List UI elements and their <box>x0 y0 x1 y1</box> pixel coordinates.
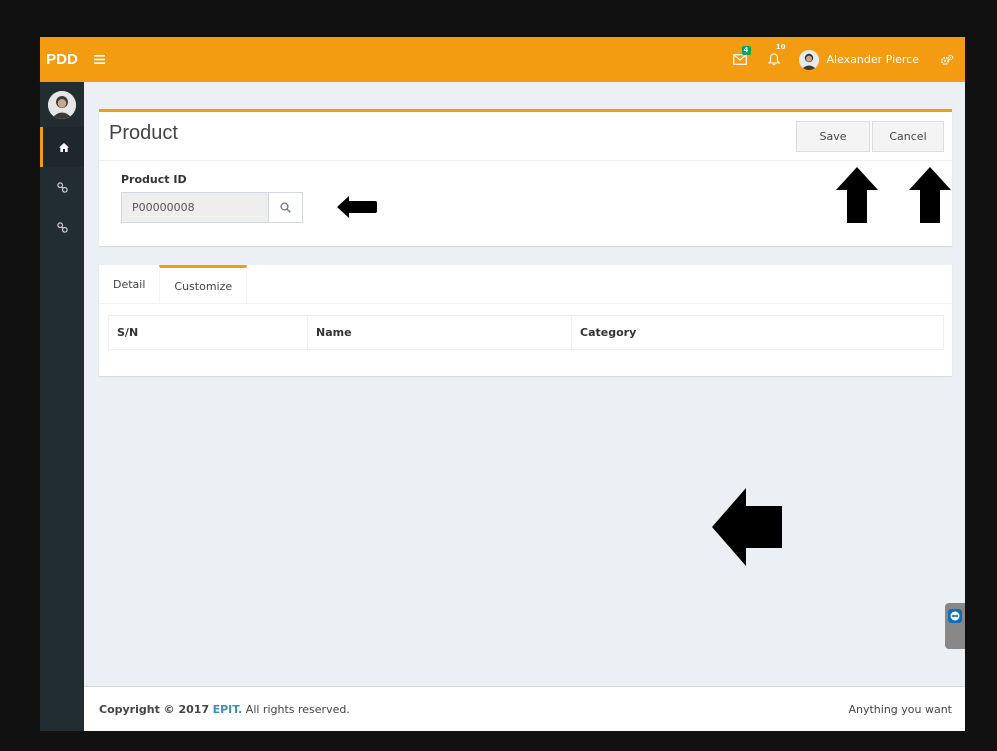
home-icon <box>58 142 69 152</box>
copyright: Copyright © 2017 EPIT. All rights reserv… <box>99 703 350 716</box>
sidebar-item-home[interactable] <box>40 127 84 167</box>
tabs-box: Detail Customize S/N Name Category <box>99 265 952 376</box>
product-id-group <box>121 192 303 223</box>
app-logo[interactable]: PDD <box>40 37 84 82</box>
copyright-prefix: Copyright © 2017 <box>99 702 210 716</box>
tab-customize[interactable]: Customize <box>159 265 248 304</box>
sidebar-toggle-button[interactable] <box>84 37 114 82</box>
messages-badge: 4 <box>741 46 751 55</box>
column-header-category[interactable]: Category <box>572 316 943 349</box>
sidebar-avatar <box>48 91 76 119</box>
app-window: PDD 4 10 Alexander Pierce Product Save C… <box>40 37 965 731</box>
sidebar-item-link-1[interactable] <box>40 167 84 207</box>
tab-bar: Detail Customize <box>99 265 952 304</box>
link-icon <box>56 221 68 233</box>
hamburger-icon <box>93 55 105 64</box>
control-sidebar-button[interactable] <box>929 37 965 82</box>
brand-link[interactable]: EPIT. <box>213 703 243 716</box>
product-search-button[interactable] <box>269 192 303 223</box>
teamviewer-icon <box>948 609 962 623</box>
navbar-right: 4 10 Alexander Pierce <box>723 37 965 82</box>
footer: Copyright © 2017 EPIT. All rights reserv… <box>84 686 965 731</box>
bell-icon <box>767 53 780 66</box>
teamviewer-handle[interactable] <box>945 603 965 649</box>
customize-table: S/N Name Category <box>108 315 944 350</box>
annotation-arrow-left-small <box>337 196 377 218</box>
gears-icon <box>940 54 954 65</box>
user-name: Alexander Pierce <box>826 53 919 66</box>
sidebar <box>40 82 84 731</box>
link-icon <box>56 181 68 193</box>
product-box: Product Save Cancel Product ID <box>99 109 952 246</box>
search-icon <box>280 202 291 213</box>
column-header-sn[interactable]: S/N <box>109 316 308 349</box>
notifications-button[interactable]: 10 <box>757 37 791 82</box>
product-id-input[interactable] <box>121 192 269 223</box>
notifications-badge: 10 <box>775 43 786 51</box>
column-header-name[interactable]: Name <box>308 316 572 349</box>
messages-button[interactable]: 4 <box>723 37 757 82</box>
annotation-arrow-left-large <box>712 488 782 566</box>
annotation-arrow-up-cancel <box>909 167 951 223</box>
tab-detail[interactable]: Detail <box>99 265 159 304</box>
top-navbar: PDD 4 10 Alexander Pierce <box>40 37 965 82</box>
annotation-arrow-up-save <box>836 167 878 223</box>
footer-right-text: Anything you want <box>848 702 952 716</box>
page-title: Product <box>109 122 178 144</box>
user-menu[interactable]: Alexander Pierce <box>791 37 929 82</box>
table-header-row: S/N Name Category <box>109 316 943 349</box>
cancel-button[interactable]: Cancel <box>872 121 944 152</box>
user-avatar <box>798 49 819 70</box>
save-button[interactable]: Save <box>796 121 870 152</box>
copyright-suffix: All rights reserved. <box>245 702 350 716</box>
product-id-label: Product ID <box>121 173 187 186</box>
product-box-header: Product Save Cancel <box>99 112 952 161</box>
sidebar-item-link-2[interactable] <box>40 207 84 247</box>
envelope-icon <box>732 54 747 65</box>
